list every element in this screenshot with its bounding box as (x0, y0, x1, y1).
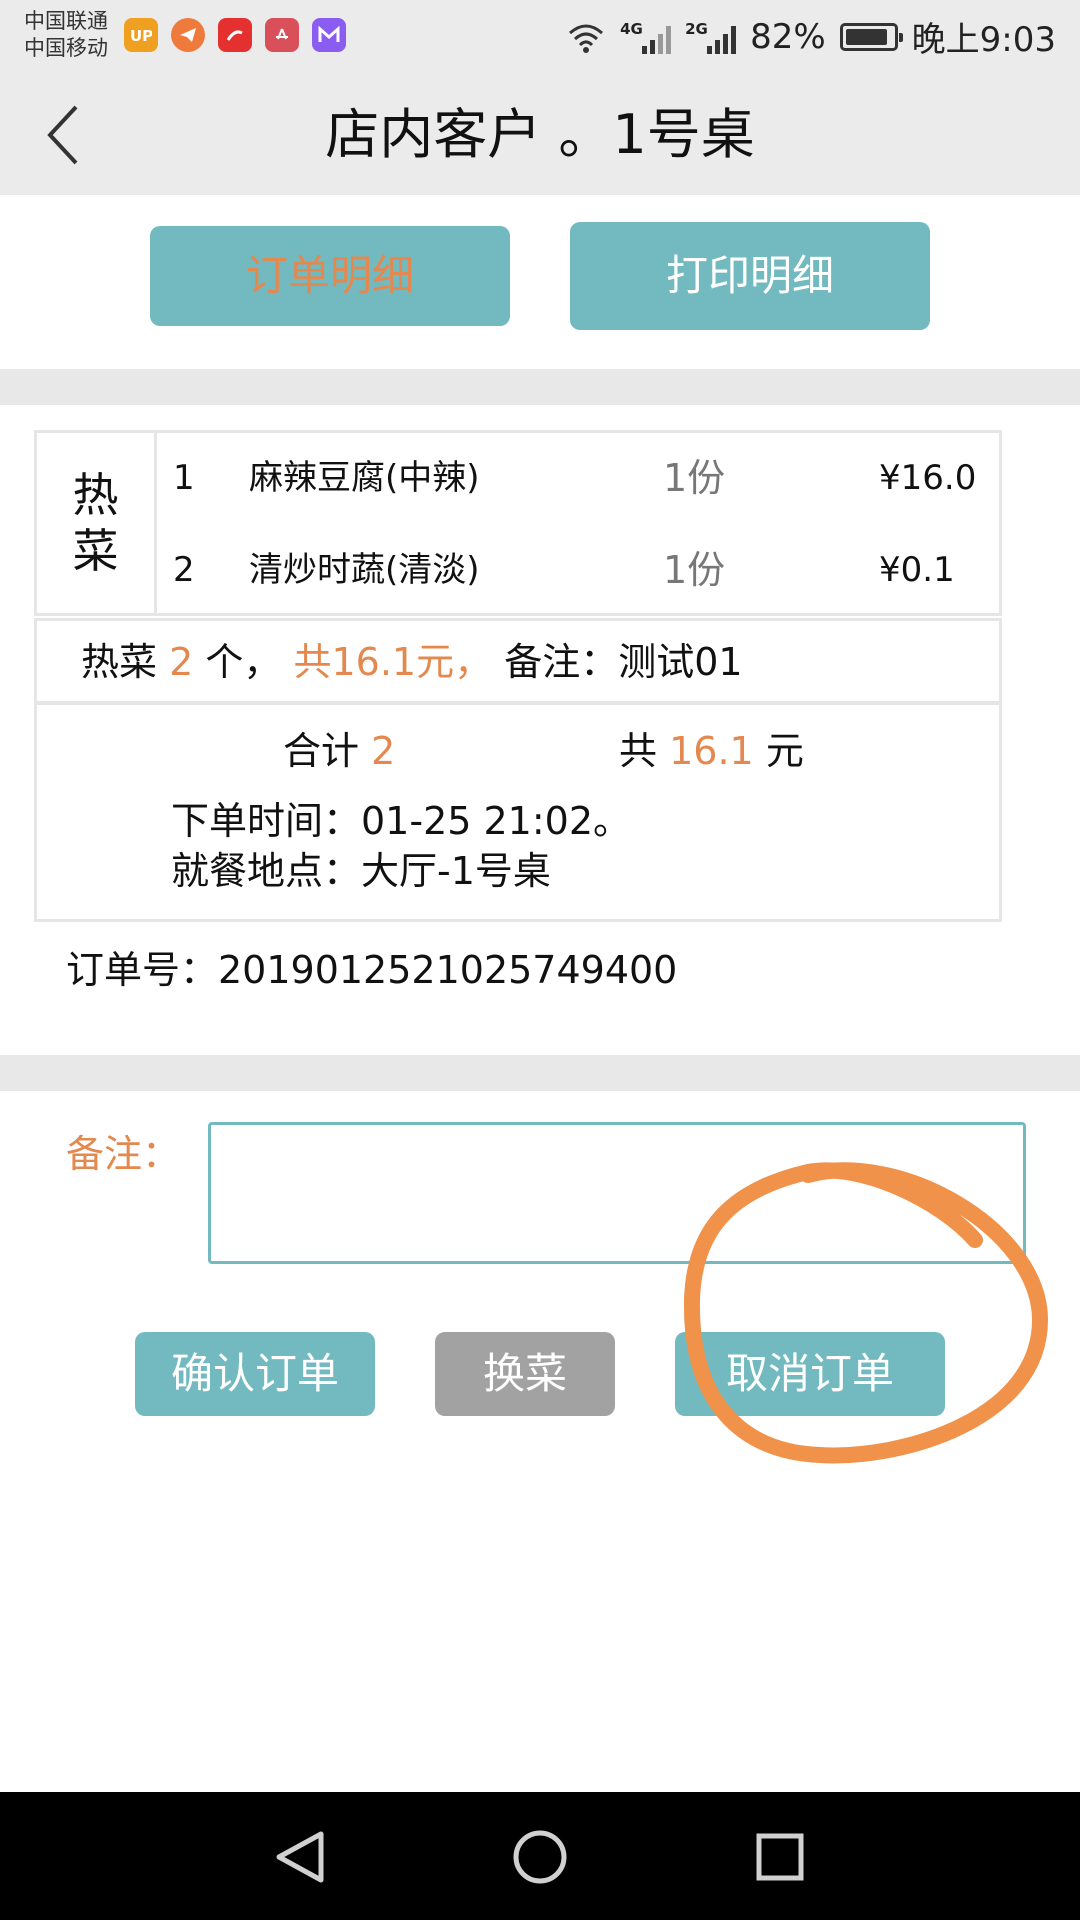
carrier-2: 中国移动 (24, 36, 108, 60)
remark-input[interactable] (208, 1122, 1026, 1264)
category-summary: 热菜 2 个， 共16.1元， 备注：测试01 (34, 618, 1002, 704)
page-title: 店内客户 。1号桌 (325, 103, 755, 166)
signal-2g-label: 2G (685, 19, 708, 38)
category-label: 热菜 (72, 468, 119, 578)
table-row: 2 清炒时蔬(清淡) 1份 ¥0.1 (163, 535, 999, 605)
app-header: 店内客户 。1号桌 (0, 73, 1080, 195)
signal-4g-icon: 4G (620, 19, 672, 54)
sum-label: 合计 (283, 729, 360, 773)
item-quantity: 1份 (663, 456, 726, 500)
price-total: 共 16.1 元 (619, 723, 804, 779)
notification-icons: UP (124, 18, 346, 52)
navigation-bar (0, 1792, 1080, 1920)
item-name: 麻辣豆腐(中辣) (249, 458, 480, 498)
tab-print-detail[interactable]: 打印明细 (570, 222, 930, 330)
total-label: 共 (619, 729, 658, 773)
item-quantity: 1份 (663, 548, 726, 592)
item-count-total: 合计 2 (283, 723, 395, 779)
sum-value: 2 (371, 729, 396, 773)
telegram-icon (171, 18, 205, 52)
m-app-icon (312, 18, 346, 52)
signal-4g-label: 4G (620, 19, 643, 38)
item-number: 2 (173, 550, 195, 590)
swap-dish-button[interactable]: 换菜 (435, 1332, 615, 1416)
order-items-table: 热菜 1 麻辣豆腐(中辣) 1份 ¥16.0 2 清炒时蔬(清淡) 1份 ¥0.… (34, 430, 1002, 616)
status-right: 4G 2G 82% 晚上9:03 (566, 12, 1056, 61)
summary-remark-prefix: 备注： (504, 640, 619, 684)
home-circle-icon[interactable] (505, 1822, 575, 1892)
item-number: 1 (173, 458, 195, 498)
dining-location: 就餐地点：大厅-1号桌 (171, 849, 551, 893)
order-number: 订单号：20190125210257494​00 (66, 948, 678, 992)
signal-2g-icon: 2G (685, 19, 737, 54)
total-value: 16.1 (669, 729, 754, 773)
status-bar: 中国联通 中国移动 UP 4G 2G 82% 晚上9:03 (0, 0, 1080, 73)
carrier-1: 中国联通 (24, 9, 108, 33)
order-totals: 合计 2 共 16.1 元 下单时间：01-25 21:02。 就餐地点：大厅-… (34, 702, 1002, 922)
item-name: 清炒时蔬(清淡) (249, 550, 480, 590)
red-app-icon (218, 18, 252, 52)
huawei-app-icon (265, 18, 299, 52)
wifi-icon (569, 24, 604, 53)
recents-square-icon[interactable] (745, 1822, 815, 1892)
order-time: 下单时间：01-25 21:02。 (171, 799, 632, 843)
battery-percent: 82% (750, 16, 826, 57)
svg-text:UP: UP (130, 27, 152, 44)
summary-count: 2 (169, 640, 194, 684)
tab-order-detail[interactable]: 订单明细 (150, 226, 510, 326)
cancel-order-button[interactable]: 取消订单 (675, 1332, 945, 1416)
summary-category: 热菜 (81, 640, 158, 684)
category-cell: 热菜 (37, 433, 157, 613)
summary-count-unit: 个， (205, 640, 282, 684)
up-app-icon: UP (124, 18, 158, 52)
carrier-info: 中国联通 中国移动 (24, 8, 108, 62)
item-price: ¥16.0 (879, 458, 977, 498)
clock: 晚上9:03 (911, 20, 1056, 60)
battery-icon (839, 22, 903, 51)
total-unit: 元 (765, 729, 804, 773)
summary-remark: 测试01 (618, 640, 743, 684)
confirm-order-button[interactable]: 确认订单 (135, 1332, 375, 1416)
table-row: 1 麻辣豆腐(中辣) 1份 ¥16.0 (163, 443, 999, 513)
back-triangle-icon[interactable] (265, 1822, 335, 1892)
remark-label: 备注： (66, 1132, 181, 1176)
divider (0, 1055, 1080, 1091)
item-price: ¥0.1 (879, 550, 955, 590)
divider (0, 369, 1080, 405)
summary-total: 共16.1元， (293, 640, 493, 684)
